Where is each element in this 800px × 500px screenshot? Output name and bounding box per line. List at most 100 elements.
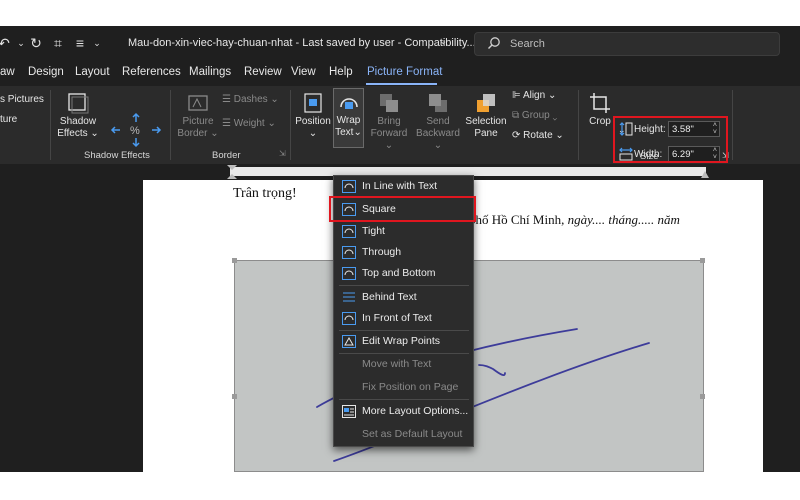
menu-item-top-and-bottom[interactable]: Top and Bottom bbox=[334, 263, 473, 284]
border-dialog-launcher-icon[interactable]: ⇲ bbox=[279, 148, 286, 160]
menu-item-label: In Line with Text bbox=[362, 180, 438, 192]
svg-text:%: % bbox=[130, 125, 140, 137]
greeting-text: Trân trọng! bbox=[233, 186, 297, 201]
search-icon bbox=[488, 37, 500, 49]
active-tab-indicator bbox=[366, 83, 437, 85]
position-icon bbox=[304, 93, 322, 113]
tab-draw[interactable]: aw bbox=[0, 66, 15, 78]
align-button[interactable]: ⊫ Align ⌄ bbox=[512, 90, 556, 102]
menu-item-label: Tight bbox=[362, 225, 385, 237]
date-text: ngày.... tháng..... năm bbox=[567, 212, 680, 227]
align-label: Align bbox=[522, 90, 546, 101]
dashes-label: Dashes bbox=[233, 94, 268, 105]
tab-design[interactable]: Design bbox=[28, 66, 64, 78]
rotate-button[interactable]: ⟳ Rotate ⌄ bbox=[512, 130, 564, 142]
shadow-effects-label-1: Shadow bbox=[59, 116, 97, 127]
tab-picture-format[interactable]: Picture Format bbox=[367, 66, 442, 78]
menu-item-more-layout-options[interactable]: More Layout Options... bbox=[334, 401, 473, 422]
bring-forward-button[interactable]: Bring Forward ⌄ bbox=[368, 92, 410, 152]
resize-handle[interactable] bbox=[700, 394, 705, 399]
tab-view[interactable]: View bbox=[291, 66, 316, 78]
ruler-right-indent-marker[interactable] bbox=[700, 167, 710, 179]
wrap-text-button[interactable]: Wrap Text⌄ bbox=[333, 88, 364, 148]
picture-border-label-2: Border bbox=[177, 128, 208, 139]
send-backward-button[interactable]: Send Backward ⌄ bbox=[414, 92, 462, 152]
behind-text-icon bbox=[343, 292, 355, 302]
rotate-icon: ⟳ bbox=[512, 130, 524, 141]
search-input[interactable]: Search bbox=[474, 32, 780, 56]
layout-options-icon bbox=[342, 405, 356, 418]
selection-pane-button[interactable]: Selection Pane bbox=[464, 92, 508, 140]
top-bottom-icon bbox=[342, 267, 356, 280]
customize-toolbar-icon[interactable]: ≡ bbox=[72, 35, 88, 51]
menu-item-label: Behind Text bbox=[362, 291, 417, 303]
shadow-effects-icon bbox=[68, 93, 89, 114]
position-label: Position bbox=[295, 116, 331, 127]
tight-icon bbox=[342, 225, 356, 238]
square-highlight-box bbox=[329, 196, 476, 222]
selection-pane-label-2: Pane bbox=[474, 128, 498, 139]
menu-item-edit-wrap-points[interactable]: Edit Wrap Points bbox=[334, 331, 473, 352]
city-date-line: phố Hồ Chí Minh, ngày.... tháng..... năm bbox=[469, 212, 680, 228]
bring-forward-icon bbox=[380, 94, 398, 112]
menu-item-label: Through bbox=[362, 246, 402, 258]
toolbar-more-icon[interactable]: ⌄ bbox=[89, 35, 105, 51]
position-button[interactable]: Position ⌄ bbox=[294, 92, 332, 140]
ruler-indent-marker[interactable] bbox=[226, 164, 238, 180]
shadow-effects-button[interactable]: Shadow Effects ⌄ bbox=[55, 92, 101, 140]
document-title[interactable]: Mau-don-xin-viec-hay-chuan-nhat - Last s… bbox=[128, 37, 476, 49]
divider bbox=[50, 90, 51, 160]
picture-border-button[interactable]: Picture Border ⌄ bbox=[175, 92, 221, 140]
group-button[interactable]: ⧉ Group ⌄ bbox=[512, 110, 557, 122]
weight-button-row[interactable]: ☰ Weight ⌄ bbox=[222, 118, 276, 130]
tab-review[interactable]: Review bbox=[244, 66, 282, 78]
tab-mailings[interactable]: Mailings bbox=[189, 66, 231, 78]
menu-item-label: More Layout Options... bbox=[362, 405, 469, 417]
redo-icon[interactable]: ↻ bbox=[28, 35, 44, 51]
word-window: ↶ ⌄ ↻ ⌗ ≡ ⌄ Mau-don-xin-viec-hay-chuan-n… bbox=[0, 26, 800, 472]
dashes-button[interactable]: ☰ Dashes ⌄ bbox=[222, 94, 279, 106]
divider bbox=[578, 90, 579, 160]
menu-item-behind-text[interactable]: Behind Text bbox=[334, 287, 473, 308]
menu-item-through[interactable]: Through bbox=[334, 242, 473, 263]
dashes-icon: ☰ bbox=[222, 94, 234, 105]
send-backward-icon bbox=[429, 94, 447, 112]
inline-icon bbox=[342, 180, 356, 193]
crop-quick-icon[interactable]: ⌗ bbox=[50, 35, 66, 51]
through-icon bbox=[342, 246, 356, 259]
menu-item-tight[interactable]: Tight bbox=[334, 221, 473, 242]
chevron-down-icon: ⌄ bbox=[308, 128, 318, 139]
in-front-icon bbox=[342, 312, 356, 325]
resize-handle[interactable] bbox=[232, 258, 237, 263]
menu-item-fix-position: Fix Position on Page bbox=[334, 377, 473, 398]
shadow-nudge-icon[interactable]: % bbox=[108, 112, 164, 148]
alt-text-pictures-label[interactable]: s Pictures bbox=[0, 94, 44, 106]
menu-item-label: Top and Bottom bbox=[362, 267, 436, 279]
bring-forward-label-1: Bring bbox=[377, 116, 401, 127]
chevron-down-icon: ⌄ bbox=[210, 128, 219, 139]
picture-border-label-1: Picture bbox=[182, 116, 214, 127]
tab-help[interactable]: Help bbox=[329, 66, 353, 78]
crop-icon bbox=[590, 93, 610, 113]
crop-button[interactable]: Crop bbox=[585, 92, 615, 128]
title-dropdown-icon[interactable]: ⌄ bbox=[439, 36, 447, 47]
tab-layout[interactable]: Layout bbox=[75, 66, 110, 78]
resize-handle[interactable] bbox=[700, 258, 705, 263]
size-highlight-box bbox=[613, 116, 728, 163]
divider bbox=[732, 90, 733, 160]
picture-border-icon bbox=[188, 95, 208, 111]
menu-divider bbox=[339, 399, 469, 400]
undo-dropdown-icon[interactable]: ⌄ bbox=[13, 35, 29, 51]
undo-icon[interactable]: ↶ bbox=[0, 35, 12, 51]
menu-item-set-default-layout: Set as Default Layout bbox=[334, 424, 473, 445]
menu-item-in-line-with-text[interactable]: In Line with Text bbox=[334, 176, 473, 197]
group-icon: ⧉ bbox=[512, 110, 522, 121]
menu-item-in-front-of-text[interactable]: In Front of Text bbox=[334, 308, 473, 329]
resize-handle[interactable] bbox=[232, 394, 237, 399]
picture-label[interactable]: ture bbox=[0, 114, 17, 126]
menu-divider bbox=[339, 285, 469, 286]
app-window: ↶ ⌄ ↻ ⌗ ≡ ⌄ Mau-don-xin-viec-hay-chuan-n… bbox=[0, 0, 800, 500]
weight-icon: ☰ bbox=[222, 118, 234, 129]
tab-references[interactable]: References bbox=[122, 66, 181, 78]
border-group-label: Border bbox=[212, 150, 241, 161]
